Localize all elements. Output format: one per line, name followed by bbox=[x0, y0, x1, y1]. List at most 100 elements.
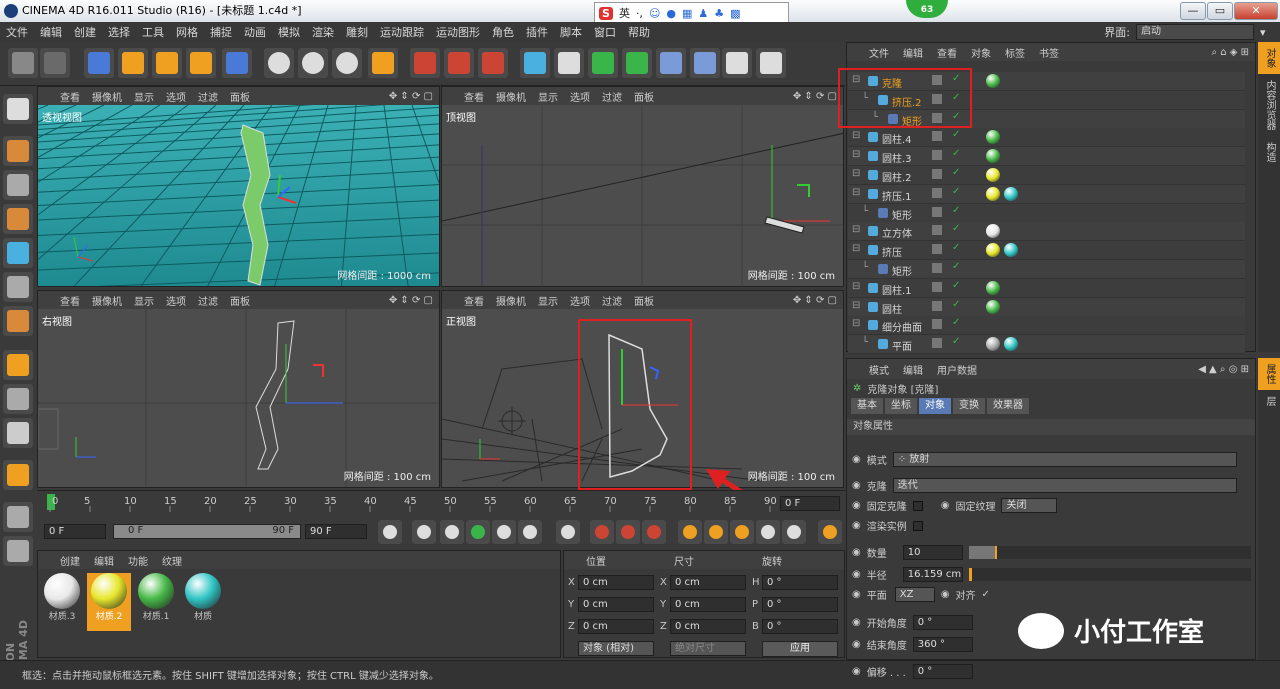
snap-tool-icon[interactable] bbox=[3, 418, 33, 448]
radio-icon[interactable]: ◉ bbox=[941, 500, 950, 511]
enabled-check-icon[interactable]: ✓ bbox=[952, 129, 960, 140]
object-name[interactable]: 矩形 bbox=[892, 207, 912, 222]
menu-item[interactable]: 捕捉 bbox=[210, 24, 232, 40]
viewport-menu-item[interactable]: 显示 bbox=[134, 89, 154, 104]
emoji-icon[interactable]: ☺ bbox=[649, 7, 660, 20]
viewport-menu-item[interactable]: 摄像机 bbox=[496, 89, 526, 104]
radio-icon[interactable]: ◉ bbox=[852, 639, 861, 650]
deformer-icon[interactable] bbox=[656, 48, 686, 78]
enabled-check-icon[interactable]: ✓ bbox=[952, 336, 960, 347]
viewport-menu-item[interactable]: 面板 bbox=[634, 89, 654, 104]
count-field[interactable]: 10 bbox=[902, 545, 963, 560]
keyframe-select-icon[interactable] bbox=[642, 520, 666, 544]
cube-tool-icon[interactable] bbox=[3, 136, 33, 166]
material-menu-item[interactable]: 编辑 bbox=[94, 553, 114, 568]
object-menu-item[interactable]: 标签 bbox=[1005, 45, 1025, 60]
coord-field[interactable]: 0 cm bbox=[670, 597, 746, 612]
viewport-nav-icons[interactable]: ✥ ⇕ ⟳ ▢ bbox=[389, 295, 433, 306]
expand-icon[interactable]: └ bbox=[862, 262, 868, 273]
viewport-menu-item[interactable]: 查看 bbox=[464, 293, 484, 308]
cube-icon[interactable] bbox=[520, 48, 550, 78]
x-axis-icon[interactable] bbox=[264, 48, 294, 78]
mic-icon[interactable]: ● bbox=[666, 7, 676, 20]
layout-dropdown-icon[interactable]: ▾ bbox=[1260, 26, 1280, 39]
object-row[interactable]: ⊟ 挤压 ✓ bbox=[848, 241, 1245, 261]
menu-item[interactable]: 帮助 bbox=[628, 24, 650, 40]
floor-icon[interactable] bbox=[690, 48, 720, 78]
menu-item[interactable]: 编辑 bbox=[40, 24, 62, 40]
material-tag-icon[interactable] bbox=[986, 224, 1000, 239]
radio-icon[interactable]: ◉ bbox=[852, 454, 861, 465]
coord-field[interactable]: 0 ° bbox=[762, 597, 838, 612]
object-menu-item[interactable]: 查看 bbox=[937, 45, 957, 60]
render-settings-icon[interactable] bbox=[478, 48, 508, 78]
coord-mode-select[interactable]: 对象 (相对) bbox=[578, 641, 654, 656]
fix-clone-checkbox[interactable] bbox=[912, 500, 923, 511]
enabled-check-icon[interactable]: ✓ bbox=[952, 167, 960, 178]
material-tag-icon[interactable] bbox=[1004, 243, 1018, 258]
visibility-icon[interactable] bbox=[932, 263, 942, 273]
menu-item[interactable]: 窗口 bbox=[594, 24, 616, 40]
expand-icon[interactable]: ⊟ bbox=[852, 224, 860, 235]
radio-icon[interactable]: ◉ bbox=[852, 666, 861, 677]
viewport-menu-item[interactable]: 选项 bbox=[570, 293, 590, 308]
ime-punct[interactable]: ·, bbox=[636, 7, 643, 20]
material-swatch[interactable]: 材质.3 bbox=[40, 573, 84, 631]
viewport-nav-icons[interactable]: ✥ ⇕ ⟳ ▢ bbox=[793, 91, 837, 102]
viewport-menu-item[interactable]: 显示 bbox=[538, 89, 558, 104]
material-tag-icon[interactable] bbox=[986, 149, 1000, 164]
axis-tool-icon[interactable] bbox=[3, 350, 33, 380]
offset-field[interactable]: 0 ° bbox=[912, 664, 973, 679]
ime-toolbar[interactable]: S 英 ·, ☺ ● ▦ ♟ ♣ ▩ bbox=[594, 2, 789, 24]
menu-item[interactable]: 文件 bbox=[6, 24, 28, 40]
rotate-key-icon[interactable] bbox=[730, 520, 754, 544]
enabled-check-icon[interactable]: ✓ bbox=[952, 242, 960, 253]
attr-tab[interactable]: 基本 bbox=[851, 398, 883, 414]
menu-item[interactable]: 运动跟踪 bbox=[380, 24, 424, 40]
expand-icon[interactable]: ⊟ bbox=[852, 168, 860, 179]
viewport-nav-icons[interactable]: ✥ ⇕ ⟳ ▢ bbox=[793, 295, 837, 306]
visibility-icon[interactable] bbox=[932, 281, 942, 292]
object-row[interactable]: ⊟ 圆柱.4 ✓ bbox=[848, 128, 1245, 148]
viewport-menu-item[interactable]: 显示 bbox=[134, 293, 154, 308]
enabled-check-icon[interactable]: ✓ bbox=[952, 223, 960, 234]
coord-system-icon[interactable] bbox=[368, 48, 398, 78]
viewport-menu-item[interactable]: 摄像机 bbox=[496, 293, 526, 308]
end-frame-field[interactable]: 90 F bbox=[305, 524, 367, 539]
viewport-menu-item[interactable]: 显示 bbox=[538, 293, 558, 308]
align-check-icon[interactable]: ✓ bbox=[981, 589, 989, 600]
viewport-menu-item[interactable]: 过滤 bbox=[602, 293, 622, 308]
object-row[interactable]: └ 矩形 ✓ bbox=[848, 203, 1245, 223]
rotate-icon[interactable] bbox=[186, 48, 216, 78]
object-name[interactable]: 圆柱.2 bbox=[882, 169, 912, 184]
attr-side-tab[interactable]: 属性 bbox=[1258, 358, 1280, 390]
menu-item[interactable]: 运动图形 bbox=[436, 24, 480, 40]
object-name[interactable]: 立方体 bbox=[882, 225, 912, 240]
enabled-check-icon[interactable]: ✓ bbox=[952, 280, 960, 291]
menu-item[interactable]: 插件 bbox=[526, 24, 548, 40]
material-tag-icon[interactable] bbox=[986, 186, 1000, 201]
next-key-icon[interactable] bbox=[518, 520, 542, 544]
render-picture-icon[interactable] bbox=[444, 48, 474, 78]
goto-end-icon[interactable] bbox=[556, 520, 580, 544]
menu-item[interactable]: 动画 bbox=[244, 24, 266, 40]
visibility-icon[interactable] bbox=[932, 338, 942, 349]
object-menu-item[interactable]: 对象 bbox=[971, 45, 991, 60]
coord-field[interactable]: 0 ° bbox=[762, 619, 838, 634]
mouse-tool-icon[interactable] bbox=[3, 384, 33, 414]
select-model-icon[interactable] bbox=[222, 48, 252, 78]
material-menu-item[interactable]: 创建 bbox=[60, 553, 80, 568]
close-button[interactable]: ✕ bbox=[1234, 2, 1278, 20]
scale-key-icon[interactable] bbox=[704, 520, 728, 544]
material-tag-icon[interactable] bbox=[986, 280, 1000, 295]
viewport-menu-item[interactable]: 面板 bbox=[230, 89, 250, 104]
viewport-top[interactable]: 查看 摄像机 显示 选项 过滤 面板 ✥ ⇕ ⟳ ▢ 顶视图 网格间距 : 100 cm bbox=[441, 86, 844, 287]
expand-icon[interactable]: ⊟ bbox=[852, 300, 860, 311]
object-name[interactable]: 细分曲面 bbox=[882, 319, 922, 334]
material-tag-icon[interactable] bbox=[986, 299, 1000, 314]
expand-icon[interactable]: ⊟ bbox=[852, 149, 860, 160]
enabled-check-icon[interactable]: ✓ bbox=[952, 261, 960, 272]
visibility-icon[interactable] bbox=[932, 319, 942, 330]
move-key-icon[interactable] bbox=[678, 520, 702, 544]
visibility-icon[interactable] bbox=[932, 300, 942, 311]
